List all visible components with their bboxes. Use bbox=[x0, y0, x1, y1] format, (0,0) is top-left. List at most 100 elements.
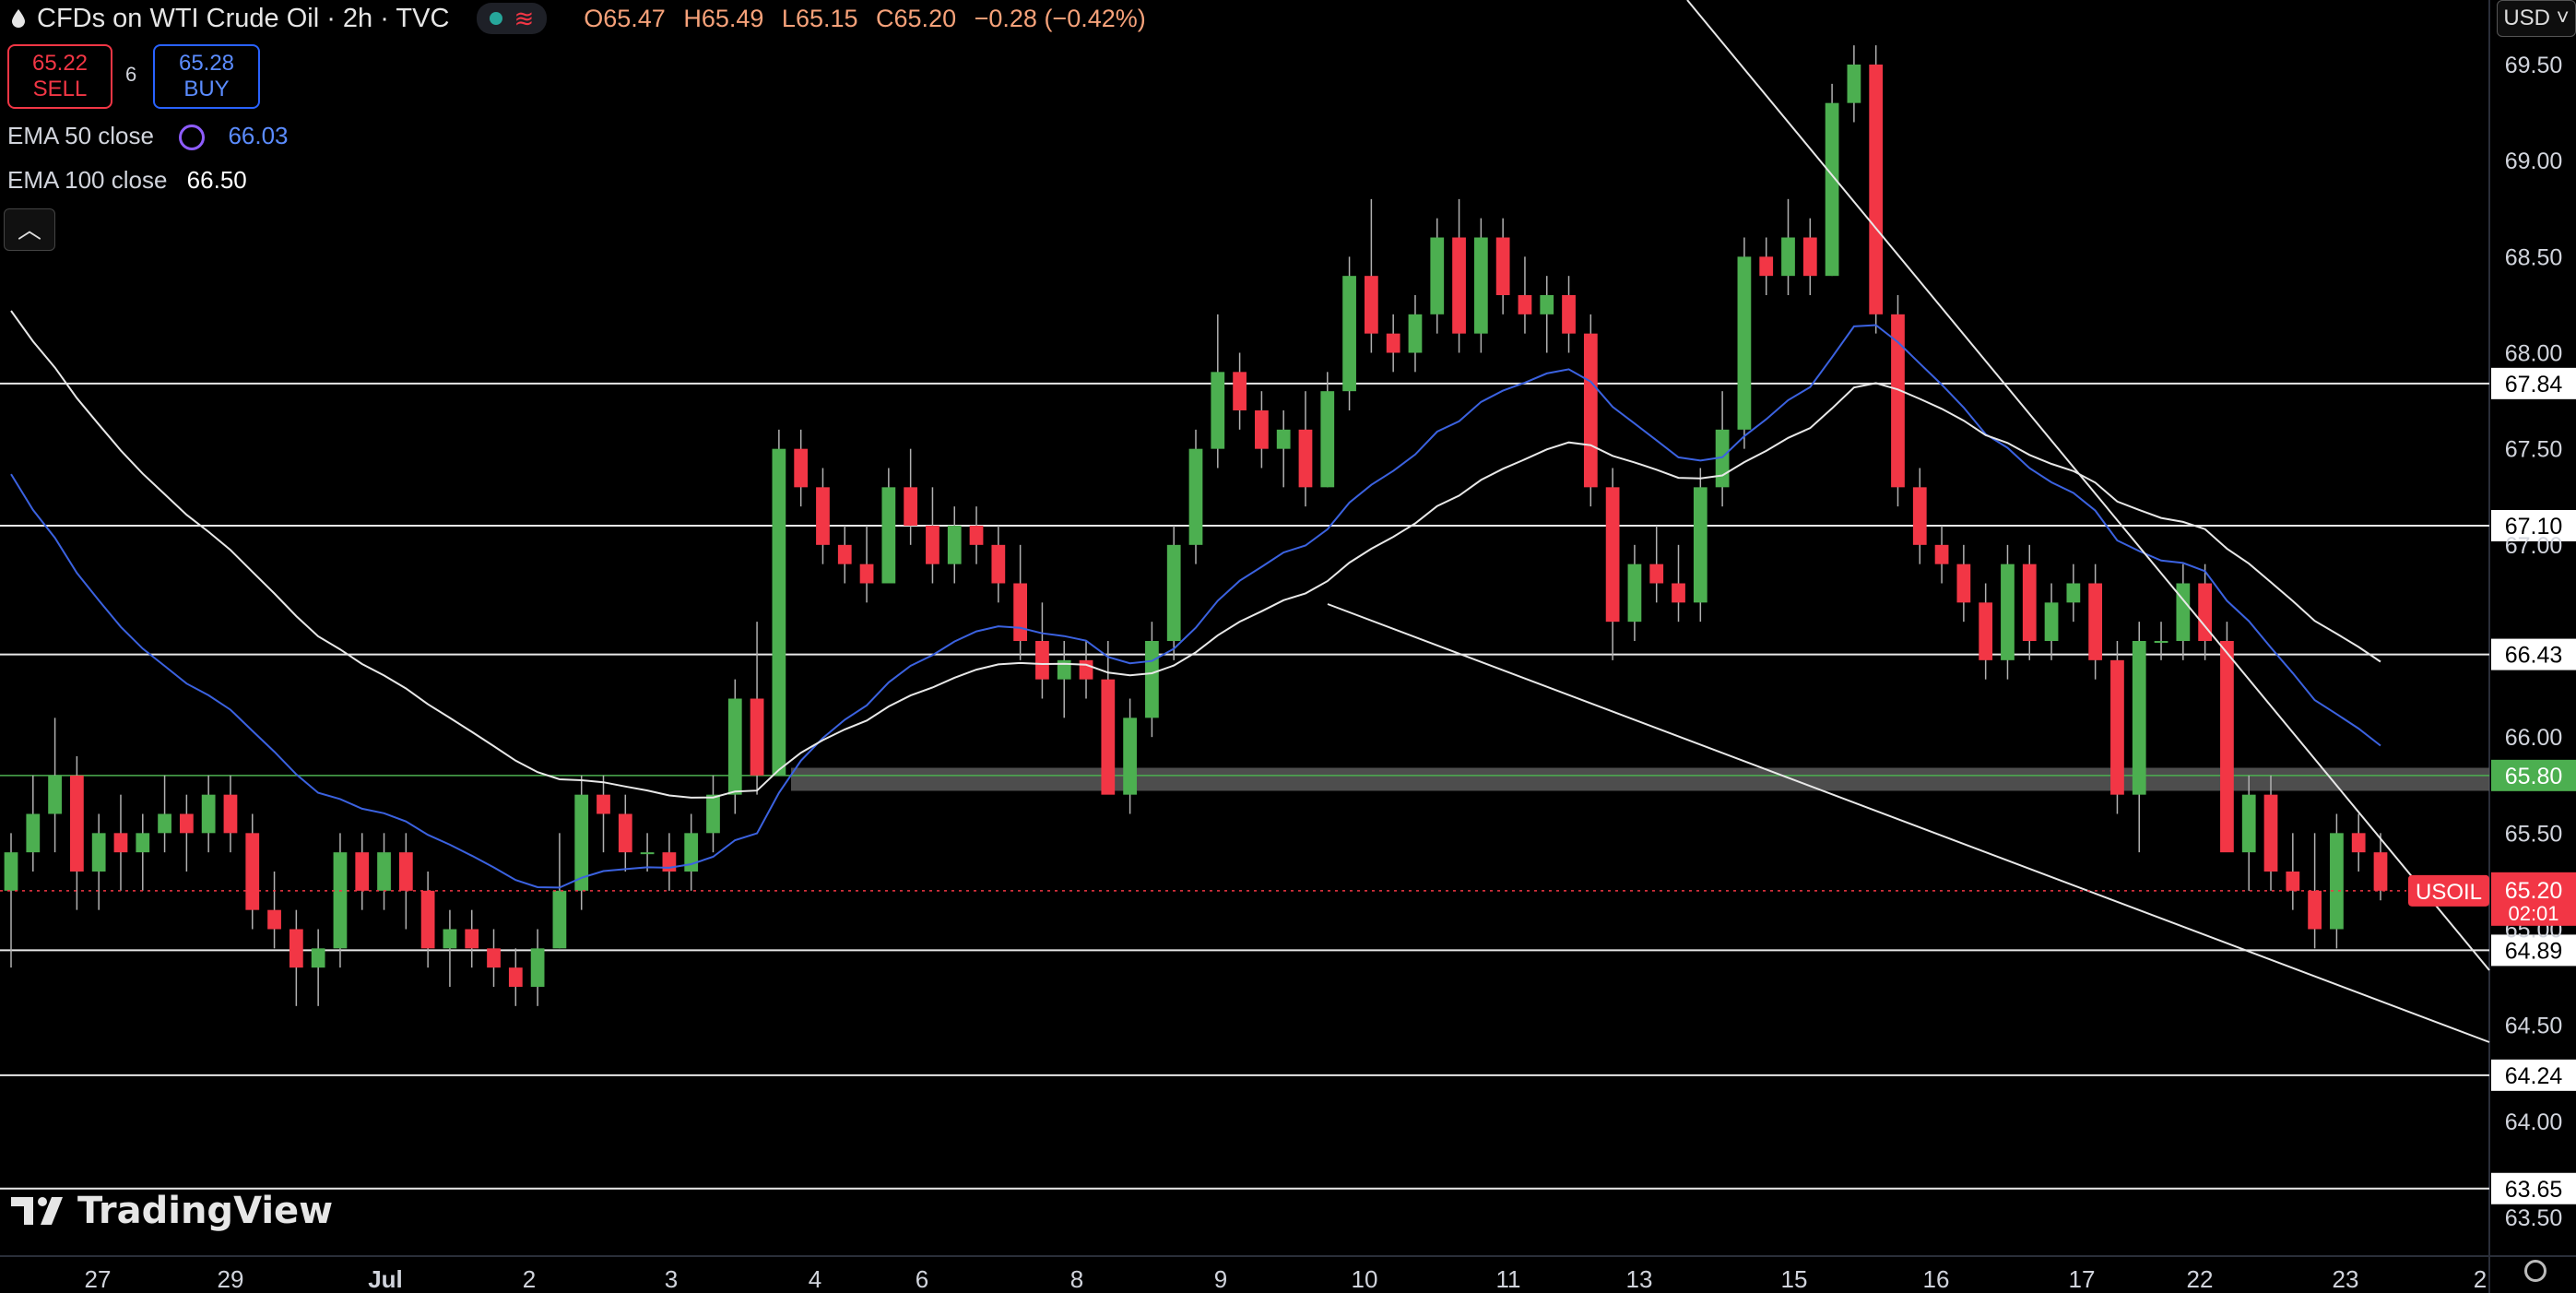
candle-body[interactable] bbox=[398, 852, 413, 891]
candle-body[interactable] bbox=[333, 852, 348, 949]
lower-trendline[interactable] bbox=[1327, 603, 2490, 1043]
price-chart[interactable]: 67.8467.1066.4365.8064.8964.2463.6569.50… bbox=[0, 0, 2576, 1293]
candle-body[interactable] bbox=[881, 487, 896, 584]
candle-body[interactable] bbox=[1473, 237, 1488, 334]
candle-body[interactable] bbox=[1737, 256, 1752, 430]
candle-body[interactable] bbox=[2088, 583, 2103, 660]
candle-body[interactable] bbox=[267, 909, 281, 930]
candle-body[interactable] bbox=[289, 929, 303, 968]
candle-body[interactable] bbox=[2110, 659, 2124, 795]
candle-body[interactable] bbox=[1649, 563, 1664, 584]
candle-body[interactable] bbox=[969, 526, 984, 545]
candle-body[interactable] bbox=[640, 852, 655, 855]
buy-button[interactable]: 65.28 BUY bbox=[153, 44, 260, 109]
candle-body[interactable] bbox=[1540, 295, 1554, 314]
candle-body[interactable] bbox=[136, 833, 150, 853]
settings-gear-icon[interactable] bbox=[2524, 1260, 2546, 1282]
upper-trendline[interactable] bbox=[1686, 0, 2490, 971]
candle-body[interactable] bbox=[1847, 65, 1861, 103]
candle-body[interactable] bbox=[2001, 563, 2015, 660]
candle-body[interactable] bbox=[2022, 563, 2037, 641]
indicator-ema50[interactable]: EMA 50 close 66.03 bbox=[7, 122, 289, 151]
candle-body[interactable] bbox=[727, 698, 742, 795]
candle-body[interactable] bbox=[2066, 583, 2081, 603]
market-status-pill[interactable]: ≋ bbox=[477, 3, 548, 34]
candle-body[interactable] bbox=[1518, 295, 1532, 314]
candle-body[interactable] bbox=[1166, 544, 1181, 641]
candle-body[interactable] bbox=[597, 794, 610, 814]
candle-body[interactable] bbox=[1276, 429, 1291, 449]
candle-body[interactable] bbox=[552, 890, 567, 949]
candle-body[interactable] bbox=[618, 813, 632, 853]
candle-body[interactable] bbox=[201, 794, 216, 834]
candle-body[interactable] bbox=[2220, 641, 2234, 853]
candle-body[interactable] bbox=[1452, 237, 1466, 334]
symbol-title[interactable]: CFDs on WTI Crude Oil · 2h · TVC bbox=[37, 4, 449, 34]
candle-body[interactable] bbox=[1211, 372, 1225, 449]
candle-body[interactable] bbox=[158, 813, 171, 834]
candle-body[interactable] bbox=[772, 448, 786, 776]
candle-body[interactable] bbox=[4, 852, 18, 891]
collapse-legend-button[interactable]: ︿ bbox=[4, 208, 55, 251]
candle-body[interactable] bbox=[245, 833, 260, 910]
support-zone[interactable] bbox=[791, 767, 2489, 791]
candle-body[interactable] bbox=[1693, 487, 1707, 603]
candle-body[interactable] bbox=[1079, 659, 1093, 680]
candle-body[interactable] bbox=[465, 929, 479, 949]
candle-body[interactable] bbox=[377, 852, 391, 891]
candle-body[interactable] bbox=[1825, 102, 1839, 277]
candle-body[interactable] bbox=[1364, 276, 1378, 334]
candle-body[interactable] bbox=[2286, 872, 2300, 891]
candle-body[interactable] bbox=[706, 794, 720, 834]
candle-body[interactable] bbox=[991, 544, 1006, 584]
candle-body[interactable] bbox=[26, 813, 41, 853]
candle-body[interactable] bbox=[1891, 314, 1905, 488]
candle-body[interactable] bbox=[2263, 794, 2278, 872]
candle-body[interactable] bbox=[355, 852, 370, 891]
candle-body[interactable] bbox=[1934, 544, 1949, 564]
candle-body[interactable] bbox=[2373, 852, 2388, 891]
candle-body[interactable] bbox=[2330, 833, 2344, 930]
candle-body[interactable] bbox=[1781, 237, 1795, 277]
candle-body[interactable] bbox=[1013, 583, 1028, 642]
sell-button[interactable]: 65.22 SELL bbox=[7, 44, 112, 109]
candle-body[interactable] bbox=[1320, 391, 1335, 488]
candle-body[interactable] bbox=[70, 775, 84, 872]
candle-body[interactable] bbox=[947, 526, 962, 564]
candle-body[interactable] bbox=[1562, 295, 1576, 334]
candle-body[interactable] bbox=[508, 967, 523, 987]
candle-body[interactable] bbox=[1869, 65, 1884, 314]
candle-body[interactable] bbox=[1386, 333, 1400, 353]
candle-body[interactable] bbox=[420, 890, 435, 949]
candle-body[interactable] bbox=[1430, 237, 1445, 314]
candle-body[interactable] bbox=[926, 526, 939, 564]
candle-body[interactable] bbox=[1979, 602, 1993, 660]
candle-body[interactable] bbox=[1956, 563, 1971, 603]
currency-selector[interactable]: USD ˅ bbox=[2497, 0, 2576, 37]
candle-body[interactable] bbox=[1035, 641, 1049, 680]
candle-body[interactable] bbox=[1145, 641, 1159, 718]
candle-body[interactable] bbox=[2241, 794, 2256, 853]
candle-body[interactable] bbox=[904, 487, 918, 526]
candle-body[interactable] bbox=[1101, 679, 1116, 795]
candle-body[interactable] bbox=[1912, 487, 1927, 545]
tradingview-logo[interactable]: TradingView bbox=[11, 1190, 333, 1232]
candle-body[interactable] bbox=[2308, 890, 2322, 930]
candle-body[interactable] bbox=[2044, 602, 2059, 641]
candle-body[interactable] bbox=[48, 775, 62, 814]
candle-body[interactable] bbox=[1802, 237, 1817, 277]
candle-body[interactable] bbox=[2351, 833, 2366, 853]
candle-body[interactable] bbox=[1605, 487, 1620, 623]
candle-body[interactable] bbox=[1298, 429, 1313, 488]
candle-body[interactable] bbox=[1672, 583, 1685, 603]
candle-body[interactable] bbox=[837, 544, 852, 564]
candle-body[interactable] bbox=[1233, 372, 1247, 410]
candle-body[interactable] bbox=[750, 698, 764, 776]
candle-body[interactable] bbox=[1188, 448, 1203, 545]
candle-body[interactable] bbox=[91, 833, 106, 872]
candle-body[interactable] bbox=[179, 813, 194, 834]
candle-body[interactable] bbox=[223, 794, 238, 834]
candle-body[interactable] bbox=[1342, 276, 1356, 392]
candle-body[interactable] bbox=[443, 929, 457, 949]
candle-body[interactable] bbox=[1408, 314, 1423, 353]
